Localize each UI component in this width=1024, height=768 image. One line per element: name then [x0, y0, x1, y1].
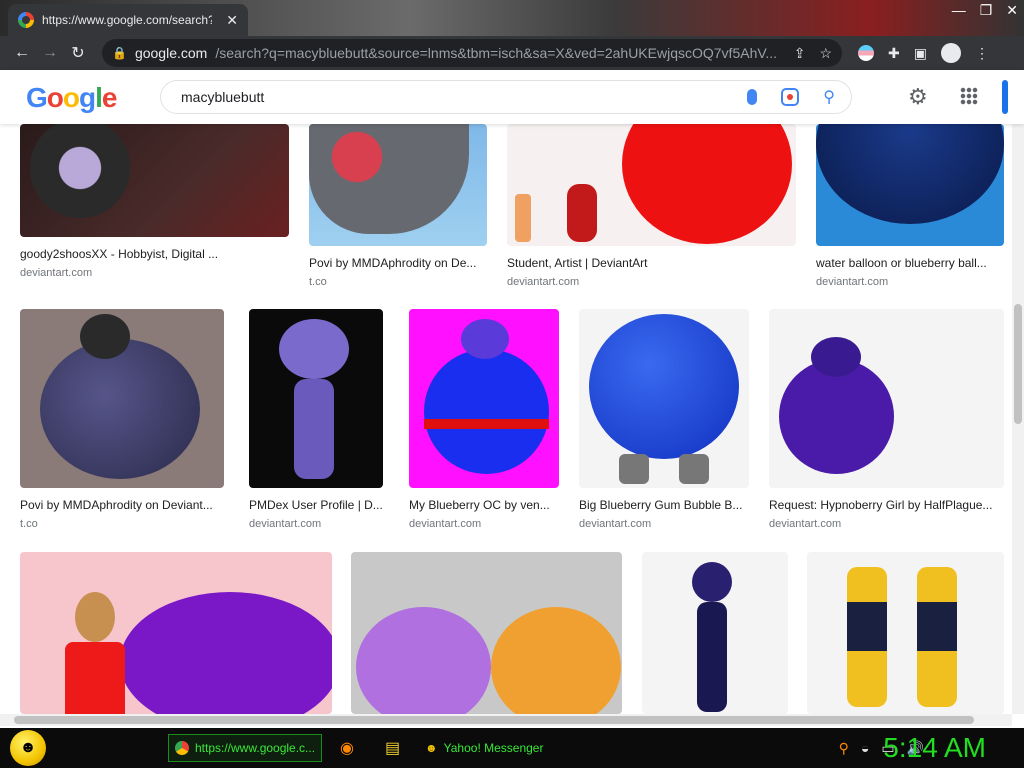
tab-title: https://www.google.com/search? [42, 13, 212, 27]
vertical-scroll-thumb[interactable] [1014, 304, 1022, 424]
taskbar-clock[interactable]: 5:14 AM [883, 732, 986, 764]
forward-arrow-icon[interactable]: → [36, 44, 64, 62]
result-thumbnail[interactable] [807, 552, 1004, 714]
result-title[interactable]: goody2shoosXX - Hobbyist, Digital ... [20, 247, 289, 261]
google-favicon-icon [18, 12, 34, 28]
search-tray-icon[interactable]: ⚲ [839, 740, 849, 757]
search-input[interactable] [181, 89, 701, 105]
result-thumbnail[interactable] [507, 124, 796, 246]
status-tray-icon[interactable]: ◒ [861, 740, 869, 757]
minimize-button[interactable]: — [952, 2, 966, 19]
image-result[interactable] [642, 552, 788, 714]
sign-in-button-edge[interactable] [1002, 80, 1008, 114]
bookmark-star-icon[interactable]: ☆ [819, 45, 832, 62]
start-smiley-button[interactable]: ☻ [10, 730, 46, 766]
result-thumbnail[interactable] [642, 552, 788, 714]
sidepanel-icon[interactable]: ▣ [914, 45, 927, 62]
image-result[interactable]: PMDex User Profile | D... deviantart.com [249, 309, 383, 530]
result-source[interactable]: deviantart.com [579, 518, 749, 530]
result-title[interactable]: Povi by MMDAphrodity on De... [309, 256, 487, 270]
gear-icon[interactable]: ⚙ [908, 84, 928, 110]
image-result[interactable]: Big Blueberry Gum Bubble B... deviantart… [579, 309, 749, 530]
result-thumbnail[interactable] [769, 309, 1004, 488]
result-title[interactable]: Big Blueberry Gum Bubble B... [579, 498, 749, 512]
result-thumbnail[interactable] [20, 309, 224, 488]
search-box[interactable]: ⚲ [160, 80, 852, 114]
extension-flag-icon[interactable] [858, 45, 874, 61]
google-header: Google ⚲ ⚙ [0, 70, 1024, 124]
apps-grid-icon[interactable] [960, 87, 978, 105]
result-thumbnail[interactable] [816, 124, 1004, 246]
result-thumbnail[interactable] [20, 124, 289, 237]
firefox-icon[interactable]: ◉ [340, 738, 354, 758]
result-source[interactable]: deviantart.com [249, 518, 383, 530]
result-source[interactable]: t.co [309, 276, 487, 288]
profile-avatar-icon[interactable] [940, 43, 961, 63]
result-thumbnail[interactable] [309, 124, 487, 246]
back-arrow-icon[interactable]: ← [8, 44, 36, 62]
image-result[interactable] [351, 552, 622, 714]
image-result[interactable]: Povi by MMDAphrodity on Deviant... t.co [20, 309, 224, 530]
image-result[interactable]: Student, Artist | DeviantArt deviantart.… [507, 124, 796, 288]
browser-tabbar: https://www.google.com/search? ✕ — ❐ ✕ [0, 0, 1024, 36]
result-title[interactable]: Povi by MMDAphrodity on Deviant... [20, 498, 224, 512]
horizontal-scrollbar[interactable] [0, 714, 1012, 726]
image-result[interactable] [20, 552, 332, 714]
close-window-button[interactable]: ✕ [1006, 2, 1018, 19]
window-controls: — ❐ ✕ [952, 2, 1018, 19]
result-title[interactable]: water balloon or blueberry ball... [816, 256, 1004, 270]
lock-icon[interactable]: 🔒 [112, 46, 127, 60]
tab-close-icon[interactable]: ✕ [226, 12, 238, 29]
result-title[interactable]: My Blueberry OC by ven... [409, 498, 559, 512]
result-thumbnail[interactable] [409, 309, 559, 488]
image-result[interactable]: Request: Hypnoberry Girl by HalfPlague..… [769, 309, 1004, 530]
image-results-grid: goody2shoosXX - Hobbyist, Digital ... de… [0, 124, 1012, 714]
chrome-icon [175, 741, 189, 755]
search-icon[interactable]: ⚲ [823, 87, 835, 107]
result-source[interactable]: t.co [20, 518, 224, 530]
result-source[interactable]: deviantart.com [816, 276, 1004, 288]
result-thumbnail[interactable] [351, 552, 622, 714]
browser-menu-icon[interactable]: ⋮ [975, 45, 989, 62]
yahoo-task-label: Yahoo! Messenger [443, 741, 544, 755]
taskbar: ☻ https://www.google.c... ◉ ▤ ☻ Yahoo! M… [0, 728, 1024, 768]
image-result[interactable]: Povi by MMDAphrodity on De... t.co [309, 124, 487, 288]
url-host: google.com [134, 45, 208, 61]
address-bar[interactable]: 🔒 google.com/search?q=macybluebutt&sourc… [102, 39, 842, 67]
share-icon[interactable]: ⇪ [794, 45, 806, 62]
result-source[interactable]: deviantart.com [507, 276, 796, 288]
result-thumbnail[interactable] [579, 309, 749, 488]
extensions-puzzle-icon[interactable]: ✚ [888, 45, 900, 62]
reload-icon[interactable]: ↻ [64, 43, 92, 63]
result-source[interactable]: deviantart.com [409, 518, 559, 530]
chrome-taskbar-item[interactable]: https://www.google.c... [168, 734, 322, 762]
image-result[interactable]: My Blueberry OC by ven... deviantart.com [409, 309, 559, 530]
image-result[interactable]: water balloon or blueberry ball... devia… [816, 124, 1004, 288]
browser-tab[interactable]: https://www.google.com/search? ✕ [8, 4, 248, 36]
result-thumbnail[interactable] [249, 309, 383, 488]
browser-toolbar: ← → ↻ 🔒 google.com/search?q=macybluebutt… [0, 36, 1024, 70]
vertical-scrollbar[interactable] [1012, 124, 1024, 714]
yahoo-messenger-taskbar-item[interactable]: ☻ Yahoo! Messenger [418, 734, 576, 762]
chrome-task-label: https://www.google.c... [195, 741, 315, 755]
camera-lens-icon[interactable] [781, 88, 800, 106]
result-title[interactable]: PMDex User Profile | D... [249, 498, 383, 512]
image-result[interactable]: goody2shoosXX - Hobbyist, Digital ... de… [20, 124, 289, 279]
restore-button[interactable]: ❐ [980, 2, 993, 19]
result-source[interactable]: deviantart.com [20, 267, 289, 279]
result-title[interactable]: Student, Artist | DeviantArt [507, 256, 796, 270]
yahoo-smiley-icon: ☻ [425, 741, 438, 755]
google-logo[interactable]: Google [26, 82, 117, 114]
image-result[interactable] [807, 552, 1004, 714]
result-title[interactable]: Request: Hypnoberry Girl by HalfPlague..… [769, 498, 1004, 512]
horizontal-scroll-thumb[interactable] [14, 716, 974, 724]
result-source[interactable]: deviantart.com [769, 518, 1004, 530]
microphone-icon[interactable] [747, 89, 758, 105]
url-path: /search?q=macybluebutt&source=lnms&tbm=i… [215, 45, 778, 61]
result-thumbnail[interactable] [20, 552, 332, 714]
folder-icon[interactable]: ▤ [385, 738, 400, 758]
